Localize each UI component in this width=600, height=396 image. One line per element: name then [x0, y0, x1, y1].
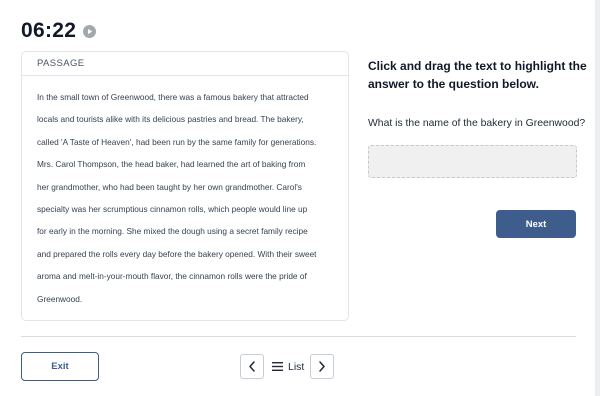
list-label: List — [288, 360, 305, 373]
passage-line[interactable]: In the small town of Greenwood, there wa… — [37, 89, 342, 111]
chevron-left-icon — [249, 361, 255, 372]
menu-icon — [272, 362, 283, 371]
answer-drop-area[interactable] — [368, 145, 577, 178]
list-button[interactable]: List — [272, 354, 304, 379]
instruction-text: Click and drag the text to highlight the… — [368, 59, 587, 91]
timer: 06:22 — [21, 19, 97, 43]
previous-button[interactable] — [240, 354, 264, 379]
passage-line[interactable]: called 'A Taste of Heaven', had been run… — [37, 134, 342, 156]
next-page-button[interactable] — [310, 354, 334, 379]
passage-text[interactable]: In the small town of Greenwood, there wa… — [37, 89, 342, 313]
passage-line[interactable]: her grandmother, who had been taught by … — [37, 179, 342, 201]
chevron-right-icon — [319, 361, 325, 372]
scrollbar-track[interactable] — [595, 0, 600, 396]
passage-panel: PASSAGE In the small town of Greenwood, … — [21, 51, 349, 321]
timer-value: 06:22 — [21, 19, 77, 42]
passage-line[interactable]: locals and tourists alike with its delic… — [37, 111, 342, 133]
passage-line[interactable]: Greenwood. — [37, 291, 342, 313]
passage-header: PASSAGE — [22, 52, 348, 76]
passage-line[interactable]: specialty was her scrumptious cinnamon r… — [37, 201, 342, 223]
passage-line[interactable]: for early in the morning. She mixed the … — [37, 223, 342, 245]
passage-line[interactable]: Mrs. Carol Thompson, the head baker, had… — [37, 156, 342, 178]
next-button[interactable]: Next — [496, 210, 576, 238]
exit-button[interactable]: Exit — [21, 352, 99, 381]
footer-divider — [21, 336, 576, 337]
passage-line[interactable]: and prepared the rolls every day before … — [37, 246, 342, 268]
question-text: What is the name of the bakery in Greenw… — [368, 118, 586, 129]
play-circle-icon[interactable] — [83, 24, 97, 38]
passage-line[interactable]: aroma and melt-in-your-mouth flavor, the… — [37, 268, 342, 290]
